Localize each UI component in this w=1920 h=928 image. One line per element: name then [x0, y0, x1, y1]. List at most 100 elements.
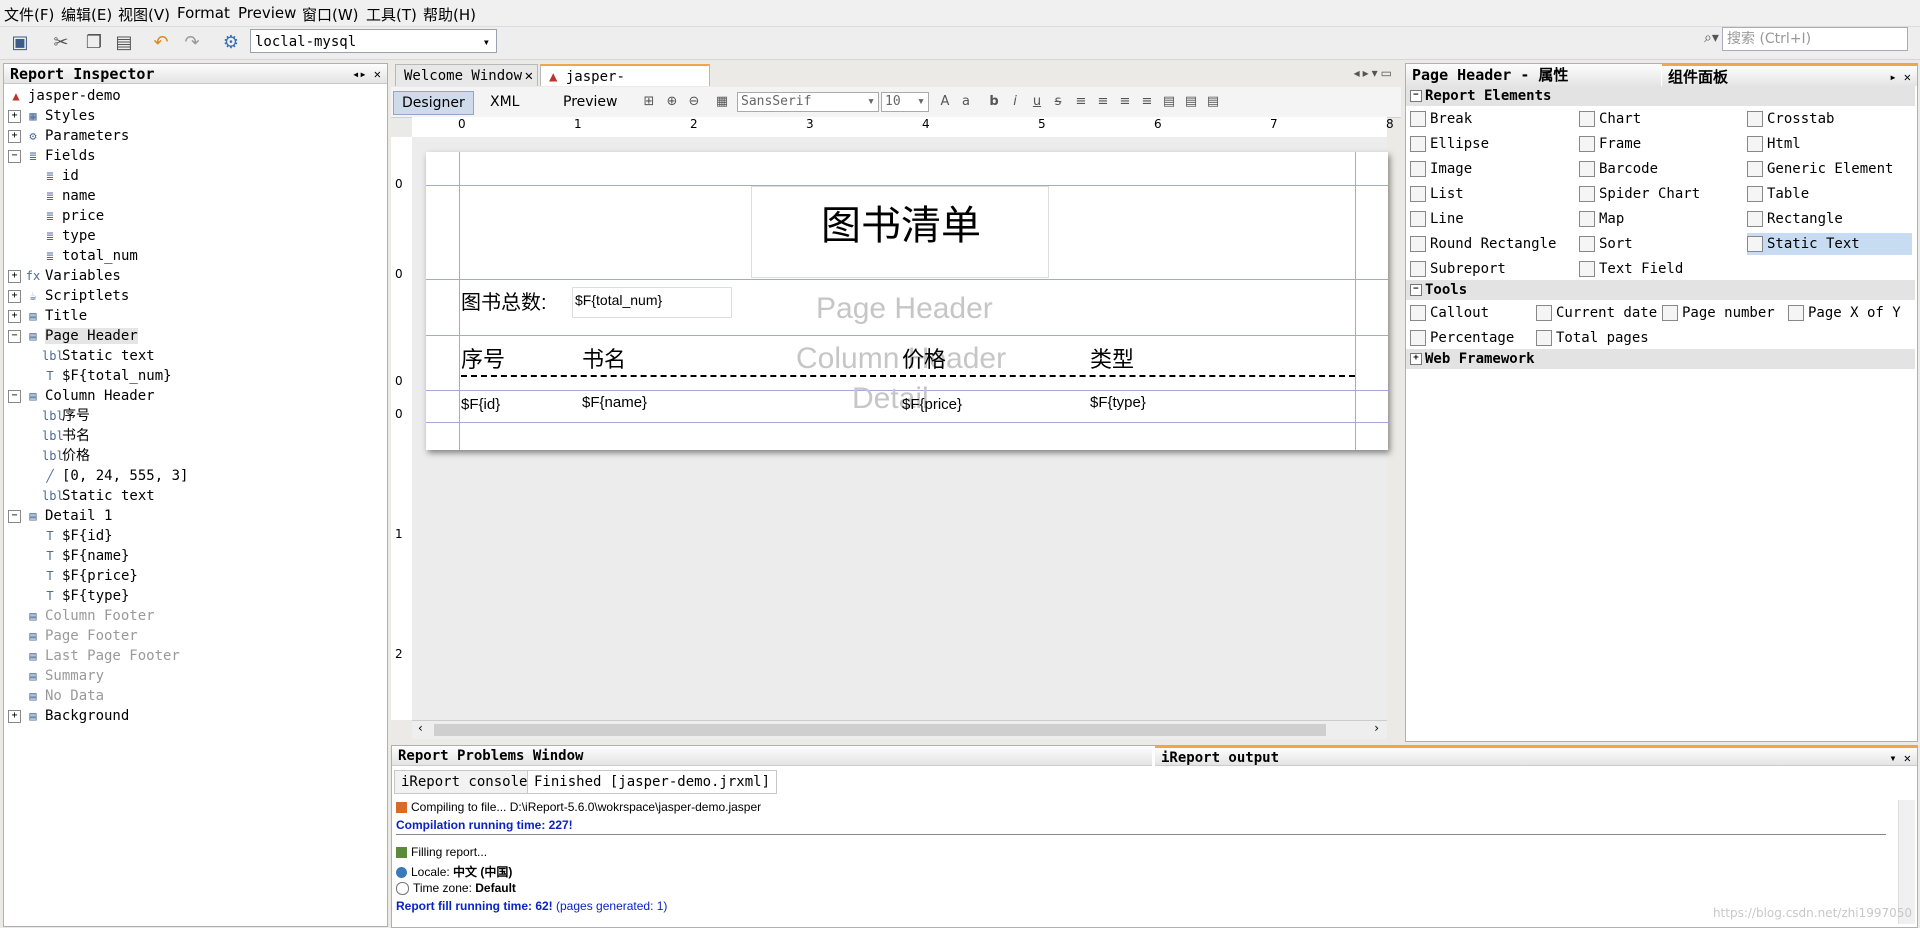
align-bottom-icon[interactable]: ▤ [1204, 93, 1222, 111]
expand-icon[interactable]: + [8, 289, 21, 303]
col-header-id[interactable]: 序号 [461, 342, 505, 374]
tree-node[interactable]: T $F{price} [42, 566, 137, 586]
tab-preview[interactable]: Preview [555, 91, 626, 113]
tree-node[interactable]: T $F{type} [42, 586, 129, 606]
total-label[interactable]: 图书总数: [461, 286, 547, 315]
tree-node[interactable]: + ▦ Styles [8, 106, 96, 126]
menu-edit[interactable]: 编辑(E) [61, 4, 112, 25]
tree-node[interactable]: ▤ Summary [8, 666, 104, 686]
tree-node[interactable]: ▤ Last Page Footer [8, 646, 179, 666]
horizontal-scrollbar[interactable]: ‹ › [412, 720, 1387, 739]
menu-help[interactable]: 帮助(H) [423, 4, 476, 25]
tree-node[interactable]: ≣ total_num [42, 246, 137, 266]
menu-file[interactable]: 文件(F) [4, 4, 54, 25]
detail-field-price[interactable]: $F{price} [902, 396, 962, 413]
zoom-icon[interactable]: ⊞ [640, 93, 658, 111]
tree-node[interactable]: + ▤ Background [8, 706, 129, 726]
tree-node-root[interactable]: ▲ jasper-demo [8, 86, 120, 106]
tree-node[interactable]: ≣ name [42, 186, 95, 206]
palette-item[interactable]: Image [1410, 158, 1472, 180]
section-web-framework[interactable]: + Web Framework [1406, 349, 1915, 369]
palette-item[interactable]: Break [1410, 108, 1472, 130]
tree-node[interactable]: − ≣ Fields [8, 146, 96, 166]
panel-controls-icon[interactable]: ◂▸ ✕ [352, 64, 381, 84]
expand-icon[interactable]: + [8, 309, 21, 323]
scroll-thumb[interactable] [434, 724, 1326, 736]
menu-tools[interactable]: 工具(T) [366, 4, 417, 25]
scroll-left-icon[interactable]: ‹ [418, 721, 423, 735]
detail-field-type[interactable]: $F{type} [1090, 394, 1146, 411]
menu-window[interactable]: 窗口(W) [302, 4, 359, 25]
redo-icon[interactable]: ↷ [181, 32, 203, 54]
tree-node[interactable]: + ☕ Scriptlets [8, 286, 129, 306]
cut-icon[interactable]: ✂ [50, 32, 72, 54]
palette-item[interactable]: Static Text [1747, 233, 1912, 255]
tree-node[interactable]: lbl书名 [42, 426, 90, 446]
detail-field-name[interactable]: $F{name} [582, 394, 647, 411]
collapse-icon[interactable]: − [8, 509, 21, 523]
palette-item[interactable]: Table [1747, 183, 1809, 205]
col-header-name[interactable]: 书名 [582, 342, 626, 374]
palette-item[interactable]: Chart [1579, 108, 1641, 130]
ireport-output-tab[interactable]: iReport output ▾ ✕ [1155, 746, 1917, 766]
copy-icon[interactable]: ❐ [83, 32, 105, 54]
tree-node[interactable]: lblStatic text [42, 346, 155, 366]
palette-tab[interactable]: 组件面板 ▸ ✕ [1662, 64, 1917, 86]
tree-node[interactable]: − ▤ Page Header [8, 326, 138, 346]
section-tools[interactable]: − Tools [1406, 280, 1915, 300]
datasource-icon[interactable]: ⚙ [220, 32, 242, 54]
scroll-right-icon[interactable]: › [1374, 721, 1379, 735]
menu-view[interactable]: 视图(V) [118, 4, 170, 25]
underline-icon[interactable]: u [1028, 93, 1046, 111]
bold-icon[interactable]: b [985, 93, 1003, 111]
tab-jasper-demo[interactable]: ▲ jasper-demo.jrxml ✕ [540, 64, 710, 107]
expand-icon[interactable]: + [8, 109, 21, 123]
palette-tool-item[interactable]: Callout [1410, 302, 1489, 324]
align-justify-icon[interactable]: ≡ [1094, 93, 1112, 111]
align-center-icon[interactable]: ≡ [1116, 93, 1134, 111]
search-icon[interactable]: ⌕▾ [1704, 30, 1719, 46]
tab-designer[interactable]: Designer [393, 91, 474, 115]
report-problems-tab[interactable]: Report Problems Window [392, 746, 1152, 766]
format-paint-icon[interactable]: ▦ [713, 93, 731, 111]
palette-item[interactable]: Text Field [1579, 258, 1683, 280]
tab-ireport-console[interactable]: iReport console [394, 770, 535, 794]
panel-controls-icon[interactable]: ▾ ✕ [1889, 748, 1911, 768]
tab-nav-controls-icon[interactable]: ◂▸▾▭ [1354, 66, 1395, 80]
palette-tool-item[interactable]: Page number [1662, 302, 1775, 324]
zoom-in-icon[interactable]: ⊕ [663, 93, 681, 111]
properties-tab[interactable]: Page Header - 属性 [1406, 64, 1661, 86]
tree-node[interactable]: − ▤ Detail 1 [8, 506, 112, 526]
section-report-elements[interactable]: − Report Elements [1406, 86, 1915, 106]
detail-field-id[interactable]: $F{id} [461, 396, 500, 413]
tree-node[interactable]: ▤ Column Footer [8, 606, 154, 626]
italic-icon[interactable]: i [1006, 93, 1024, 111]
panel-controls-icon[interactable]: ▸ ✕ [1889, 66, 1911, 88]
palette-item[interactable]: Spider Chart [1579, 183, 1700, 205]
tree-node[interactable]: + ⚙ Parameters [8, 126, 129, 146]
align-top-icon[interactable]: ▤ [1160, 93, 1178, 111]
tree-node[interactable]: + ▤ Title [8, 306, 87, 326]
tree-node[interactable]: lblStatic text [42, 486, 155, 506]
palette-tool-item[interactable]: Current date [1536, 302, 1657, 324]
palette-item[interactable]: List [1410, 183, 1464, 205]
tab-welcome-window[interactable]: Welcome Window ✕ [395, 64, 538, 86]
palette-item[interactable]: Crosstab [1747, 108, 1834, 130]
palette-item[interactable]: Rectangle [1747, 208, 1843, 230]
tree-node[interactable]: ≣ type [42, 226, 95, 246]
tree-node[interactable]: T $F{id} [42, 526, 112, 546]
align-left-icon[interactable]: ≡ [1072, 93, 1090, 111]
col-header-price[interactable]: 价格 [902, 342, 946, 374]
total-field-box[interactable]: $F{total_num} [572, 287, 732, 318]
font-shrink-icon[interactable]: a [957, 93, 975, 111]
expand-icon[interactable]: + [8, 129, 21, 143]
tree-node[interactable]: lbl价格 [42, 446, 90, 466]
col-header-type[interactable]: 类型 [1090, 342, 1134, 374]
tree-node[interactable]: T $F{total_num} [42, 366, 171, 386]
tree-node[interactable]: T $F{name} [42, 546, 129, 566]
collapse-icon[interactable]: − [8, 389, 21, 403]
expand-icon[interactable]: + [8, 269, 21, 283]
palette-item[interactable]: Line [1410, 208, 1464, 230]
palette-tool-item[interactable]: Total pages [1536, 327, 1649, 349]
paste-icon[interactable]: ▤ [113, 32, 135, 54]
